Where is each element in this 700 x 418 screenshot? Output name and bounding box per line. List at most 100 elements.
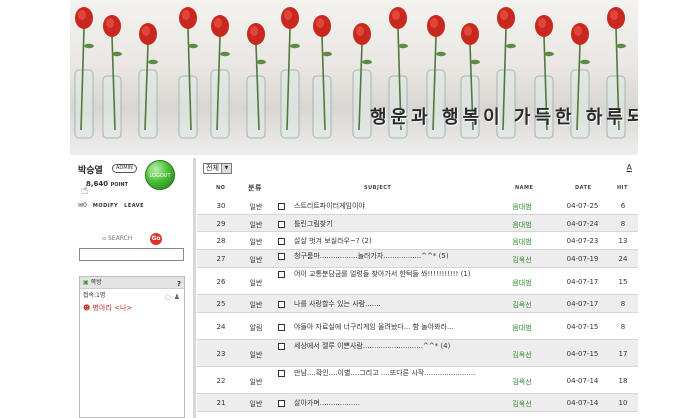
post-category: 일반 (249, 203, 263, 211)
post-checkbox[interactable] (278, 324, 285, 331)
search-input[interactable] (79, 248, 184, 261)
post-number: 21 (216, 399, 226, 407)
rose-vase (138, 23, 158, 139)
rose-vase (246, 23, 266, 139)
post-date: 04-07-24 (566, 220, 599, 228)
table-row[interactable]: 26 일반 어이 교통분담금를 얼렁들 찾아가서 한턱들 쏴!!!!!!!!!!! … (197, 268, 638, 295)
post-author[interactable]: 김옥선 (497, 377, 547, 387)
post-author[interactable]: 음대범 (497, 202, 547, 212)
banner-image: 행운과 행복이 가득한 하루되시길... (70, 0, 638, 155)
post-date: 04-07-17 (566, 300, 599, 308)
post-checkbox[interactable] (278, 253, 285, 260)
post-checkbox[interactable] (278, 238, 285, 245)
vertical-divider (193, 158, 196, 418)
post-number: 25 (216, 300, 226, 308)
post-checkbox[interactable] (278, 400, 285, 407)
table-row[interactable]: 21 일반 살아가며.................. 김옥선 04-07-14 10 (197, 394, 638, 412)
modify-link[interactable]: MODIFY (93, 203, 118, 209)
post-subject[interactable]: 살아가며.................. (294, 399, 504, 408)
post-hits: 15 (618, 278, 628, 286)
table-row[interactable]: 22 일반 만남....확인....이별....그리고 ....또다른 시작....… (197, 367, 638, 394)
post-author[interactable]: 음대범 (497, 237, 547, 247)
post-author[interactable]: 음대범 (497, 220, 547, 230)
post-subject-text: 청구룸마.................놀러가자...............… (294, 252, 437, 260)
post-author[interactable]: 음대범 (497, 278, 547, 288)
post-number: 28 (216, 237, 226, 245)
board: 전체 ▼ A NO 분류 SUBJECT NAME DATE HIT 30 일반 스… (197, 158, 638, 418)
post-author[interactable]: 김옥선 (497, 399, 547, 409)
post-author[interactable]: 김옥선 (497, 255, 547, 265)
chat-room-icon: ▣ (83, 278, 89, 286)
post-author[interactable]: 김옥선 (497, 300, 547, 310)
post-subject[interactable]: 세상에서 젤루 이쁜사람...........................^… (294, 342, 504, 351)
post-date: 04-07-23 (566, 237, 599, 245)
header-date: DATE (575, 185, 592, 191)
post-date: 04-07-14 (566, 377, 599, 385)
post-number: 30 (216, 202, 226, 210)
banner-caption: 행운과 행복이 가득한 하루되시길... (370, 107, 638, 128)
user-links: ✉0 MODIFY LEAVE (78, 202, 144, 209)
post-subject[interactable]: 청구룸마.................놀러가자...............… (294, 252, 504, 261)
table-row[interactable]: 24 알림 야들아 자료실에 너구리게임 올려놨다... 함 놀아봐라... 음대범… (197, 313, 638, 340)
table-row[interactable]: 29 일반 틀린그림찾기 음대범 04-07-24 8 (197, 215, 638, 232)
search-label-text: SEARCH (108, 235, 133, 242)
rose-vase (280, 7, 300, 139)
post-subject[interactable]: 어이 교통분담금를 얼렁들 찾아가서 한턱들 쏴!!!!!!!!!!! (1) (294, 270, 504, 279)
user-name: 박승열 (78, 166, 103, 176)
table-row[interactable]: 30 일반 스트리트파이터게임이야 음대범 04-07-25 6 (197, 197, 638, 215)
mail-count: 0 (83, 202, 87, 209)
chick-avatar-icon: ☻ (83, 304, 91, 312)
points-display: 8,640 POINT (86, 180, 128, 188)
post-checkbox[interactable] (278, 221, 285, 228)
post-category: 일반 (249, 256, 263, 264)
comment-count: (2) (361, 237, 372, 245)
category-selected: 전체 (206, 164, 219, 172)
table-row[interactable]: 27 일반 청구룸마.................놀러가자...........… (197, 250, 638, 268)
search-bullet-icon: ▫ (102, 235, 107, 242)
chat-header: ▣ 쪽방 ? (80, 277, 184, 289)
post-subject[interactable]: 스트리트파이터게임이야 (294, 202, 504, 211)
post-subject[interactable]: 나를 사랑할수 있는 사람....... (294, 300, 504, 309)
post-category: 알림 (249, 324, 263, 332)
post-checkbox[interactable] (278, 301, 285, 308)
post-category: 일반 (249, 400, 263, 408)
top-link[interactable]: A (627, 163, 632, 172)
login-panel: 박승열 ADMIN LOGOUT ☝ 8,640 POINT ✉0 MODIFY… (70, 158, 192, 418)
refresh-icon[interactable]: ◌ (165, 291, 171, 304)
post-subject[interactable]: 틀린그림찾기 (294, 220, 504, 229)
comment-count: (4) (440, 342, 451, 350)
table-row[interactable]: 28 일반 살살 벗겨 보실라우~? (2) 음대범 04-07-23 13 (197, 232, 638, 250)
post-subject[interactable]: 살살 벗겨 보실라우~? (2) (294, 237, 504, 246)
header-hit: HIT (617, 185, 628, 191)
table-header: NO 분류 SUBJECT NAME DATE HIT (197, 182, 638, 196)
header-name: NAME (515, 185, 534, 191)
user-settings-icon[interactable]: ♟ (174, 291, 180, 304)
table-row[interactable]: 23 일반 세상에서 젤루 이쁜사람........................… (197, 340, 638, 367)
post-author[interactable]: 음대범 (497, 323, 547, 333)
post-number: 23 (216, 350, 226, 358)
post-subject-text: 야들아 자료실에 너구리게임 올려놨다... 함 놀아봐라... (294, 323, 454, 331)
leave-link[interactable]: LEAVE (124, 203, 144, 209)
logout-button[interactable]: LOGOUT (145, 160, 175, 190)
mail-link[interactable]: ✉0 (78, 202, 87, 209)
post-category: 일반 (249, 351, 263, 359)
post-checkbox[interactable] (278, 370, 285, 377)
search-label: ▫ SEARCH (102, 235, 132, 242)
post-date: 04-07-19 (566, 255, 599, 263)
post-author[interactable]: 김옥선 (497, 350, 547, 360)
admin-badge[interactable]: ADMIN (112, 164, 137, 173)
post-checkbox[interactable] (278, 271, 285, 278)
post-checkbox[interactable] (278, 203, 285, 210)
post-subject[interactable]: 만남....확인....이별....그리고 ....또다른 시작........… (294, 369, 504, 378)
post-number: 29 (216, 220, 226, 228)
category-select[interactable]: 전체 ▼ (203, 163, 232, 174)
table-row[interactable]: 25 일반 나를 사랑할수 있는 사람....... 김옥선 04-07-17 8 (197, 295, 638, 313)
post-checkbox[interactable] (278, 343, 285, 350)
chat-controls: ◌ ♟ (165, 291, 180, 304)
post-hits: 6 (620, 202, 626, 210)
post-subject[interactable]: 야들아 자료실에 너구리게임 올려놨다... 함 놀아봐라... (294, 323, 504, 332)
rose-vase (74, 7, 94, 139)
post-subject-text: 살아가며.................. (294, 399, 360, 407)
search-go-button[interactable]: Go (150, 233, 162, 245)
chevron-down-icon: ▼ (220, 164, 231, 173)
